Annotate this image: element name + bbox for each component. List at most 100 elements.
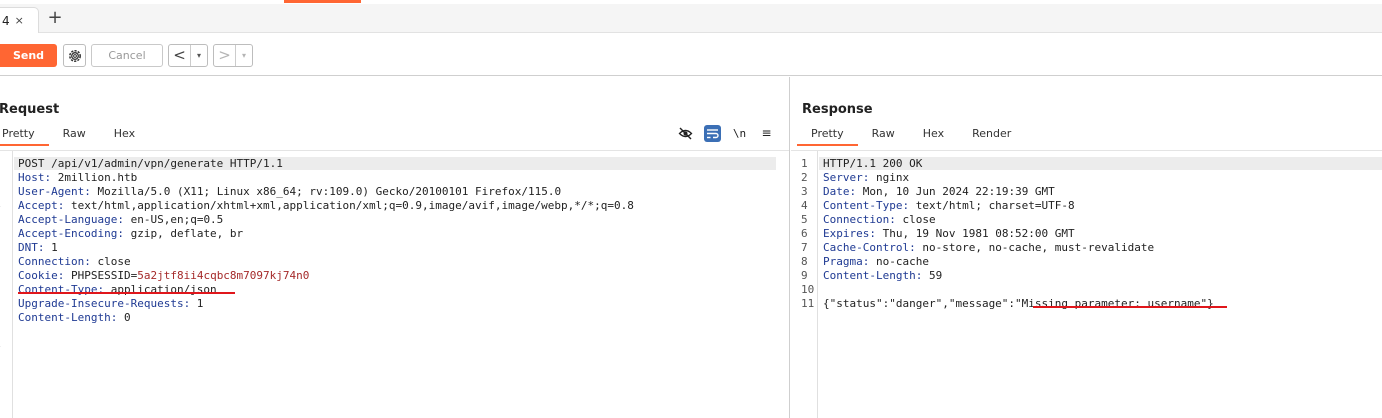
- code-line: 5 Accept-Language: en-US,en;q=0.5: [0, 213, 789, 227]
- gear-icon: [68, 49, 81, 62]
- header-name: Cookie:: [18, 269, 65, 282]
- tab-strip: 4 × +: [0, 4, 1382, 33]
- header-value: 59: [922, 269, 943, 282]
- line-number: 8: [801, 255, 808, 268]
- line-number: 11: [801, 297, 815, 310]
- line-text: Content-Type: application/json: [18, 283, 217, 297]
- editor-toolbar: \n ≡: [677, 124, 775, 142]
- cancel-button[interactable]: Cancel: [91, 44, 163, 67]
- header-value: 0: [117, 311, 131, 324]
- code-line: 3 Date: Mon, 10 Jun 2024 22:19:39 GMT: [791, 185, 1382, 199]
- line-number: 7: [0, 241, 1, 255]
- code-line: 2 Content-Length: 0: [0, 311, 789, 325]
- menu-icon[interactable]: ≡: [758, 125, 775, 142]
- tab-hex[interactable]: Hex: [909, 124, 958, 146]
- code-line: 4 Content-Type: text/html; charset=UTF-8: [791, 199, 1382, 213]
- header-value: close: [90, 255, 131, 268]
- tab-raw[interactable]: Raw: [49, 124, 100, 146]
- header-value: close: [895, 213, 936, 226]
- code-line: 0 Content-Type: application/json: [0, 283, 789, 297]
- line-text: Expires: Thu, 19 Nov 1981 08:52:00 GMT: [823, 227, 1075, 241]
- line-number: 6: [0, 227, 1, 241]
- response-title: Response: [802, 102, 873, 117]
- line-number: 8: [0, 255, 1, 269]
- back-nav-group[interactable]: < ▾: [168, 44, 208, 67]
- header-value: en-US,en;q=0.5: [123, 213, 224, 226]
- tab-raw[interactable]: Raw: [858, 124, 909, 146]
- code-line: 2 Host: 2million.htb: [0, 171, 789, 185]
- line-number: 10: [801, 283, 815, 296]
- header-name: DNT:: [18, 241, 45, 254]
- code-line: 4: [0, 339, 789, 353]
- toolbar: Send Cancel < ▾ > ▾: [0, 34, 1382, 76]
- tab-hex[interactable]: Hex: [100, 124, 149, 146]
- close-icon[interactable]: ×: [15, 14, 24, 27]
- wrap-icon[interactable]: [704, 124, 721, 142]
- header-name: Expires:: [823, 227, 876, 240]
- header-value: 1: [44, 241, 58, 254]
- line-text: Content-Length: 59: [823, 269, 942, 283]
- line-number: 3: [0, 325, 1, 339]
- line-number: 1: [801, 157, 808, 170]
- code-line: 7 Cache-Control: no-store, no-cache, must…: [791, 241, 1382, 255]
- code-line: 6 Expires: Thu, 19 Nov 1981 08:52:00 GMT: [791, 227, 1382, 241]
- request-title: Request: [0, 102, 60, 117]
- header-value: PHPSESSID=: [64, 269, 138, 282]
- code-line: 5 Connection: close: [791, 213, 1382, 227]
- header-name: User-Agent:: [18, 185, 91, 198]
- header-value: {"status":"danger","message":"Missing pa…: [823, 297, 1214, 310]
- line-number: 3: [0, 185, 1, 199]
- back-arrow-icon[interactable]: <: [169, 45, 191, 66]
- line-number: 1: [0, 297, 1, 311]
- response-subtabs: Pretty Raw Hex Render: [797, 124, 1025, 146]
- tab-render[interactable]: Render: [958, 124, 1025, 146]
- header-name: Content-Type:: [18, 283, 105, 296]
- line-number: 7: [801, 241, 808, 254]
- code-line: 10: [791, 283, 1382, 297]
- request-pane: Request Pretty Raw Hex \n ≡ 1 POST /api/v…: [0, 77, 790, 418]
- settings-button[interactable]: [63, 44, 86, 67]
- send-button[interactable]: Send: [0, 44, 57, 67]
- response-pane: Response Pretty Raw Hex Render 1 HTTP/1.1…: [791, 77, 1382, 418]
- chevron-down-icon[interactable]: ▾: [191, 51, 207, 60]
- content-type-annotation: [18, 292, 235, 294]
- header-value: application/json: [104, 283, 217, 296]
- repeater-tab[interactable]: 4 ×: [0, 7, 39, 33]
- line-number: 2: [801, 171, 808, 184]
- header-name: Content-Length:: [823, 269, 923, 282]
- code-line: 3 User-Agent: Mozilla/5.0 (X11; Linux x86…: [0, 185, 789, 199]
- add-tab-icon[interactable]: +: [46, 9, 64, 27]
- newline-icon[interactable]: \n: [731, 125, 748, 142]
- line-text: Accept: text/html,application/xhtml+xml,…: [18, 199, 634, 213]
- code-line: 7 DNT: 1: [0, 241, 789, 255]
- header-value: text/html; charset=UTF-8: [909, 199, 1075, 212]
- header-name: Host:: [18, 171, 52, 184]
- header-value: text/html,application/xhtml+xml,applicat…: [64, 199, 634, 212]
- line-text: Host: 2million.htb: [18, 171, 137, 185]
- tab-pretty[interactable]: Pretty: [0, 124, 49, 146]
- chevron-down-icon[interactable]: ▾: [236, 51, 252, 60]
- line-text: Content-Length: 0: [18, 311, 131, 325]
- header-value: no-cache: [869, 255, 929, 268]
- code-line: 9 Content-Length: 59: [791, 269, 1382, 283]
- line-number: 1: [0, 157, 1, 171]
- request-editor[interactable]: 1 POST /api/v1/admin/vpn/generate HTTP/1.…: [0, 150, 789, 418]
- header-value: 2million.htb: [51, 171, 138, 184]
- eye-slash-icon[interactable]: [677, 125, 694, 142]
- header-name: Accept-Language:: [18, 213, 124, 226]
- forward-nav-group[interactable]: > ▾: [213, 44, 253, 67]
- cookie-value: 5a2jtf8ii4cqbc8m7097kj74n0: [137, 269, 310, 282]
- response-editor[interactable]: 1 HTTP/1.1 200 OK 2 Server: nginx 3 Date: Mon…: [791, 150, 1382, 418]
- tab-pretty[interactable]: Pretty: [797, 124, 858, 146]
- line-text: DNT: 1: [18, 241, 58, 255]
- header-value: gzip, deflate, br: [123, 227, 244, 240]
- header-name: Accept-Encoding:: [18, 227, 124, 240]
- line-text: HTTP/1.1 200 OK: [823, 157, 922, 171]
- header-name: Cache-Control:: [823, 241, 916, 254]
- line-text: Cache-Control: no-store, no-cache, must-…: [823, 241, 1154, 255]
- forward-arrow-icon[interactable]: >: [214, 45, 236, 66]
- line-number: 2: [0, 311, 1, 325]
- line-text: Server: nginx: [823, 171, 909, 185]
- code-line: 8 Pragma: no-cache: [791, 255, 1382, 269]
- line-text: Content-Type: text/html; charset=UTF-8: [823, 199, 1075, 213]
